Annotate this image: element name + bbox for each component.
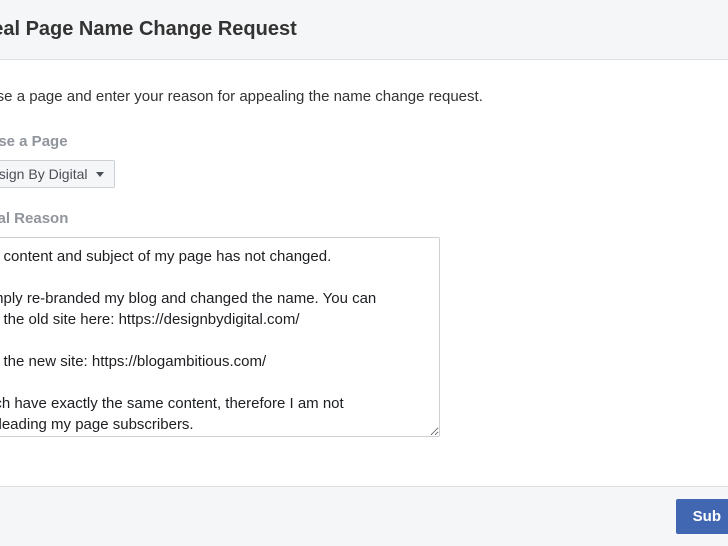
page-dropdown[interactable]: esign By Digital: [0, 160, 115, 188]
appeal-reason-label: peal Reason: [0, 210, 728, 227]
choose-page-section: oose a Page esign By Digital: [0, 133, 728, 210]
page-title: peal Page Name Change Request: [0, 18, 728, 41]
choose-page-label: oose a Page: [0, 133, 728, 150]
form-content: oose a page and enter your reason for ap…: [0, 60, 728, 440]
chevron-down-icon: [96, 172, 104, 177]
submit-button[interactable]: Sub: [676, 499, 728, 534]
instructions-text: oose a page and enter your reason for ap…: [0, 88, 728, 105]
footer-bar: Sub: [0, 486, 728, 546]
appeal-reason-section: peal Reason: [0, 210, 728, 440]
appeal-reason-textarea[interactable]: [0, 237, 440, 437]
header-bar: peal Page Name Change Request: [0, 0, 728, 60]
page-dropdown-selected: esign By Digital: [0, 166, 88, 182]
